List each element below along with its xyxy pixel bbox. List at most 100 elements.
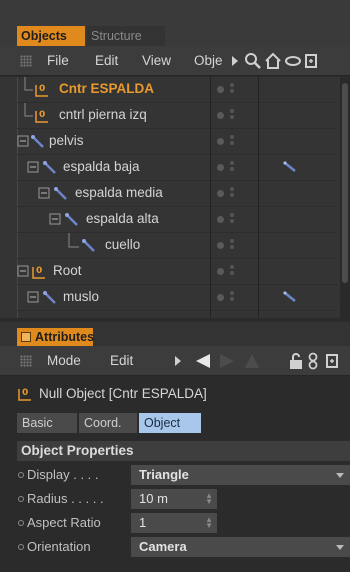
display-value: Triangle [139,467,189,482]
render-visibility-icon[interactable] [230,239,234,243]
display-dropdown[interactable]: Triangle [131,465,350,485]
tree-item-label: muslo [63,289,100,304]
new-window-icon[interactable] [326,352,338,370]
collapse-toggle-icon[interactable] [27,161,39,173]
animate-keyframe-icon[interactable] [18,472,24,478]
bone-icon [31,135,44,148]
menu-edit[interactable]: Edit [110,346,133,376]
expand-menu-arrow-icon[interactable] [231,56,239,66]
stepper-arrows-icon[interactable]: ▲ ▼ [205,516,213,530]
render-visibility-icon[interactable] [230,161,234,165]
tree-item-label: pelvis [49,133,84,148]
collapse-toggle-icon[interactable] [27,291,39,303]
grip-handle-icon[interactable] [20,55,32,67]
visibility-dot-icon[interactable] [217,138,224,145]
tab-basic[interactable]: Basic [17,413,77,433]
tree-item-label: espalda baja [63,159,140,174]
tree-item-label: Cntr ESPALDA [59,81,155,96]
tree-row[interactable]: muslo [17,285,337,311]
render-visibility-icon[interactable] [230,187,234,191]
render-visibility-icon[interactable] [230,109,234,113]
render-visibility-icon[interactable] [230,265,234,269]
radius-field[interactable]: 10 m ▲ ▼ [131,489,217,509]
back-arrow-icon[interactable] [194,352,212,370]
visibility-dot-icon[interactable] [217,242,224,249]
tree-row[interactable]: 0 cntrl pierna izq [17,103,337,129]
tree-row[interactable]: cuello [17,233,337,259]
forward-arrow-icon[interactable] [218,352,236,370]
object-tree: 0 Cntr ESPALDA 0 cntrl pierna izq pelvis… [0,77,350,318]
null-object-icon: 0 [35,110,48,123]
aspect-ratio-field[interactable]: 1 ▲ ▼ [131,513,217,533]
bone-icon [43,161,56,174]
tree-row[interactable]: espalda media [17,181,337,207]
chevron-down-icon [336,545,344,550]
tree-connector-icon [24,103,33,117]
scrollbar-thumb[interactable] [342,83,348,283]
tree-scrollbar[interactable] [340,77,350,318]
tree-item-label: cntrl pierna izq [59,107,147,122]
animate-keyframe-icon[interactable] [18,520,24,526]
visibility-dot-icon[interactable] [217,190,224,197]
animate-keyframe-icon[interactable] [18,544,24,550]
collapse-toggle-icon[interactable] [38,187,50,199]
lock-icon[interactable] [287,352,305,370]
svg-text:0: 0 [39,110,45,120]
visibility-dot-icon[interactable] [217,112,224,119]
render-visibility-icon[interactable] [230,291,234,295]
tab-objects[interactable]: Objects [17,26,85,46]
collapse-toggle-icon[interactable] [17,135,29,147]
link-chain-icon[interactable] [307,352,319,370]
animate-keyframe-icon[interactable] [18,496,24,502]
panel-checkbox-icon [21,332,31,342]
radius-value: 10 m [139,491,168,506]
chevron-down-icon [336,473,344,478]
tree-row[interactable]: pelvis [17,129,337,155]
visibility-dot-icon[interactable] [217,294,224,301]
visibility-dot-icon[interactable] [217,164,224,171]
tab-structure[interactable]: Structure [87,26,165,46]
ik-tag-icon[interactable] [283,291,297,303]
render-visibility-icon[interactable] [230,213,234,217]
collapse-toggle-icon[interactable] [17,265,29,277]
tree-row[interactable]: 0 Root [17,259,337,285]
ik-tag-icon[interactable] [283,161,297,173]
menu-file[interactable]: File [47,46,69,76]
visibility-dot-icon[interactable] [217,268,224,275]
property-row-display: Display . . . . Triangle [17,464,350,487]
tab-attributes[interactable]: Attributes [17,328,95,346]
bone-icon [54,187,67,200]
tree-row[interactable]: espalda baja [17,155,337,181]
render-visibility-icon[interactable] [230,135,234,139]
attributes-tab-label: Attributes [35,330,95,344]
stepper-arrows-icon[interactable]: ▲ ▼ [205,492,213,506]
tab-object[interactable]: Object [139,413,201,433]
menu-objects[interactable]: Obje [194,46,223,76]
visibility-dot-icon[interactable] [217,86,224,93]
object-title-text: Null Object [Cntr ESPALDA] [39,386,207,401]
tab-coord[interactable]: Coord. [79,413,137,433]
grip-handle-icon[interactable] [20,355,32,367]
search-icon[interactable] [244,52,262,70]
link-icon[interactable] [284,52,302,70]
visibility-dot-icon[interactable] [217,216,224,223]
new-window-icon[interactable] [305,52,317,70]
svg-text:0: 0 [22,388,28,398]
orientation-value: Camera [139,539,187,554]
menu-view[interactable]: View [142,46,171,76]
property-label: Orientation [27,539,91,554]
section-title: Object Properties [17,441,350,461]
home-icon[interactable] [264,52,282,70]
collapse-toggle-icon[interactable] [49,213,61,225]
menu-edit[interactable]: Edit [95,46,118,76]
tree-item-label: espalda media [75,185,163,200]
tree-row[interactable]: espalda alta [17,207,337,233]
tree-row[interactable]: 0 Cntr ESPALDA [17,77,337,103]
render-visibility-icon[interactable] [230,83,234,87]
column-divider [258,77,259,318]
expand-menu-arrow-icon[interactable] [174,356,182,366]
menu-mode[interactable]: Mode [47,346,81,376]
property-row-orientation: Orientation Camera [17,536,350,559]
up-arrow-icon[interactable] [243,352,261,370]
orientation-dropdown[interactable]: Camera [131,537,350,557]
